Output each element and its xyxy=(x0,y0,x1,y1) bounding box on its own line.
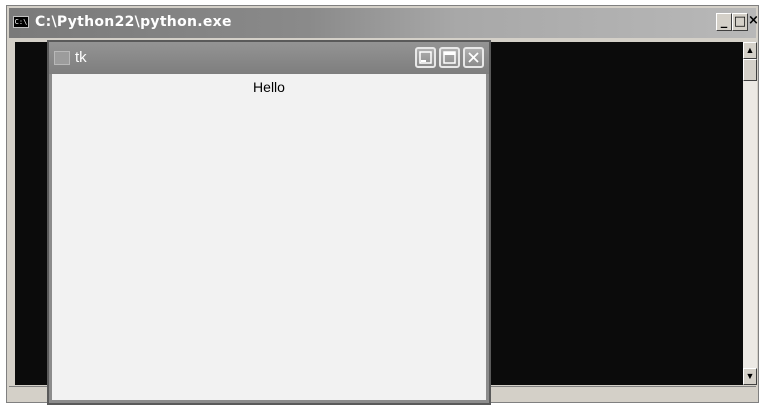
hello-label: Hello xyxy=(253,79,285,95)
console-vertical-scrollbar[interactable]: ▲ ▼ xyxy=(743,42,757,385)
console-icon: C:\ xyxy=(13,16,29,28)
maximize-icon xyxy=(443,51,456,64)
tk-content-area: Hello xyxy=(52,74,486,400)
console-minimize-button[interactable]: _ xyxy=(716,13,732,31)
tk-close-button[interactable] xyxy=(463,47,484,68)
console-close-button[interactable]: × xyxy=(748,13,759,31)
console-titlebar[interactable]: C:\ C:\Python22\python.exe _ □ × xyxy=(9,8,759,38)
close-icon xyxy=(468,52,479,63)
tk-minimize-button[interactable] xyxy=(415,47,436,68)
minimize-icon xyxy=(419,51,432,64)
scroll-thumb[interactable] xyxy=(743,59,757,81)
tk-window-title: tk xyxy=(75,49,87,66)
console-maximize-button[interactable]: □ xyxy=(732,13,748,31)
tk-titlebar[interactable]: tk xyxy=(49,42,489,74)
scroll-up-arrow-icon[interactable]: ▲ xyxy=(743,42,757,59)
tk-maximize-button[interactable] xyxy=(439,47,460,68)
tk-feather-icon xyxy=(54,51,70,65)
scroll-down-arrow-icon[interactable]: ▼ xyxy=(743,368,757,385)
console-window-title: C:\Python22\python.exe xyxy=(35,14,232,30)
tk-window: tk Hello xyxy=(47,40,491,405)
